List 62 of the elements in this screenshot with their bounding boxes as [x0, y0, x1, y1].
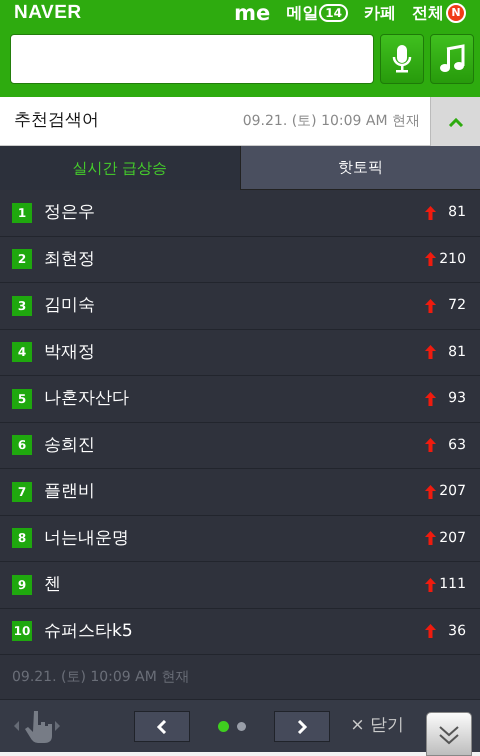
scroll-top-button[interactable] [426, 712, 472, 756]
rank-change: 207 [438, 528, 466, 548]
rank-badge: 9 [12, 574, 32, 595]
tab[interactable]: 핫토픽 [240, 146, 480, 190]
up-arrow-icon [425, 206, 436, 220]
rank-change: 63 [447, 436, 466, 455]
up-arrow-icon [425, 438, 436, 452]
up-arrow-icon [425, 531, 436, 546]
rank-change: 93 [447, 389, 466, 408]
search-term-link[interactable]: 정은우 [44, 200, 95, 226]
page-indicator-dot[interactable] [237, 722, 246, 730]
rank-change: 36 [447, 622, 466, 641]
search-term-link[interactable]: 슈퍼스타k5 [44, 618, 133, 644]
next-button[interactable] [274, 710, 330, 742]
rank-badge: 2 [12, 249, 32, 270]
up-arrow-icon [425, 252, 436, 266]
page-indicator-dot[interactable] [218, 720, 230, 732]
rank-change: 210 [438, 250, 466, 269]
search-term-link[interactable]: 첸 [44, 572, 61, 598]
search-term-link[interactable]: 나혼자산다 [44, 386, 129, 412]
search-term-link[interactable]: 최현정 [44, 246, 95, 272]
chevron-up-icon [448, 116, 464, 127]
double-chevron-down-icon [438, 724, 460, 745]
rank-badge: 5 [12, 388, 32, 409]
up-arrow-icon [425, 578, 436, 592]
rank-change: 72 [447, 296, 466, 316]
up-arrow-icon [425, 484, 436, 499]
up-arrow-icon [425, 345, 436, 360]
rank-change: 81 [447, 203, 466, 222]
music-note-icon [439, 44, 465, 74]
search-term-link[interactable]: 송희진 [44, 432, 95, 458]
search-term-link[interactable]: 너는내운명 [44, 526, 129, 551]
swipe-hand-icon [12, 709, 62, 743]
section-title: 추천검색어 [13, 109, 99, 132]
up-arrow-icon [425, 392, 436, 406]
rank-badge: 8 [12, 528, 32, 548]
count-badge: 14 [319, 4, 348, 22]
new-badge: N [446, 3, 466, 23]
close-button[interactable]: × 닫기 [350, 713, 404, 739]
up-arrow-icon [425, 624, 436, 638]
rank-badge: 3 [12, 296, 32, 316]
timestamp: 09.21. (토) 10:09 AM 현재 [242, 112, 421, 130]
voice-search-button[interactable] [380, 34, 424, 84]
previous-button[interactable] [134, 710, 190, 742]
chevron-right-icon [297, 720, 308, 734]
rank-badge: 10 [12, 621, 32, 642]
chevron-left-icon [157, 720, 167, 734]
rank-badge: 6 [12, 435, 32, 456]
music-search-button[interactable] [430, 34, 474, 84]
timestamp: 09.21. (토) 10:09 AM 현재 [12, 668, 190, 686]
rank-badge: 7 [12, 482, 32, 502]
up-arrow-icon [425, 298, 436, 313]
search-term-link[interactable]: 플랜비 [44, 479, 95, 504]
microphone-icon [392, 44, 412, 74]
search-field[interactable] [10, 34, 374, 84]
rank-badge: 1 [12, 202, 32, 223]
search-term-link[interactable]: 김미숙 [44, 293, 95, 318]
search-term-link[interactable]: 박재정 [44, 340, 95, 365]
rank-badge: 4 [12, 342, 32, 362]
rank-change: 111 [438, 575, 466, 594]
rank-change: 81 [447, 342, 466, 362]
rank-change: 207 [438, 482, 466, 502]
